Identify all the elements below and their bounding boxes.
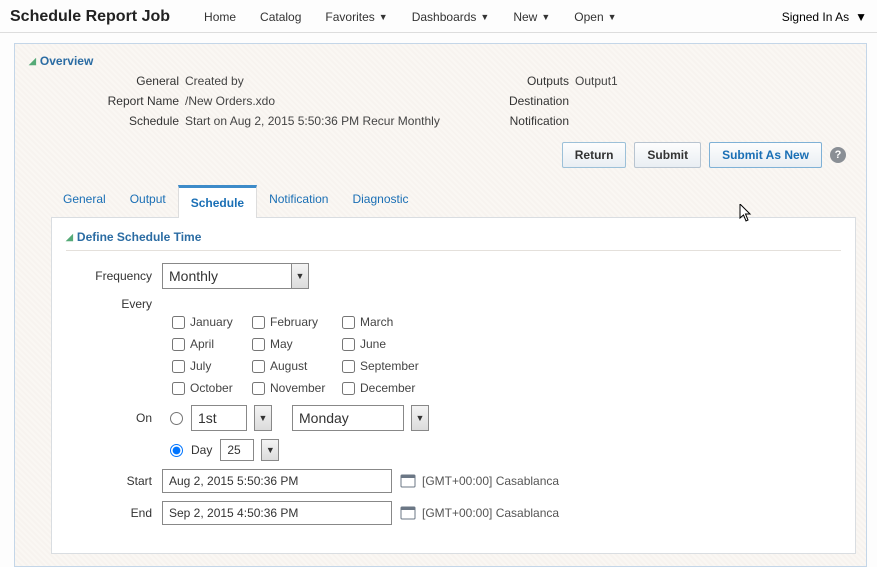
tab-output[interactable]: Output [118,184,178,217]
signed-in-menu[interactable]: Signed In As▼ [782,10,867,24]
overview-label-report-name: Report Name [35,94,185,108]
calendar-icon[interactable] [400,473,416,489]
month-june[interactable]: June [342,337,442,351]
month-december[interactable]: December [342,381,442,395]
nav-catalog[interactable]: Catalog [250,8,311,26]
tab-diagnostic[interactable]: Diagnostic [340,184,420,217]
chevron-down-icon: ▼ [855,10,867,24]
nav-favorites[interactable]: Favorites▼ [315,8,397,26]
month-october[interactable]: October [172,381,252,395]
overview-label-notification: Notification [475,114,575,128]
on-day-radio[interactable] [170,444,183,457]
month-february[interactable]: February [252,315,342,329]
content-frame: ◢Overview General Created by Outputs Out… [14,43,867,567]
ordinal-select[interactable]: 1st [191,405,247,431]
frequency-select[interactable]: Monthly [162,263,292,289]
checkbox[interactable] [252,382,265,395]
nav-home[interactable]: Home [194,8,246,26]
checkbox[interactable] [342,360,355,373]
checkbox[interactable] [342,338,355,351]
section-schedule-time[interactable]: ◢Define Schedule Time [66,228,841,251]
overview-label-general: General [35,74,185,88]
chevron-down-icon: ▼ [416,413,425,423]
submit-button[interactable]: Submit [634,142,701,168]
overview-label-schedule: Schedule [35,114,185,128]
start-timezone: [GMT+00:00] Casablanca [422,474,559,488]
weekday-select-button[interactable]: ▼ [411,405,429,431]
disclosure-icon: ◢ [29,56,36,67]
overview-summary: General Created by Outputs Output1 Repor… [25,74,856,128]
tab-schedule[interactable]: Schedule [178,185,257,218]
checkbox[interactable] [252,338,265,351]
checkbox[interactable] [172,360,185,373]
month-checkbox-group: January February March April May June Ju… [172,315,841,395]
day-label: Day [191,443,212,457]
nav-open[interactable]: Open▼ [564,8,626,26]
schedule-panel: ◢Define Schedule Time Frequency Monthly … [51,217,856,554]
nav-dashboards[interactable]: Dashboards▼ [402,8,500,26]
overview-header[interactable]: ◢Overview [25,52,856,74]
chevron-down-icon: ▼ [541,12,550,22]
overview-value-report-name: /New Orders.xdo [185,94,475,108]
frequency-select-button[interactable]: ▼ [291,263,309,289]
on-ordinal-radio[interactable] [170,412,183,425]
frequency-label: Frequency [66,269,162,283]
overview-label-outputs: Outputs [475,74,575,88]
overview-value-destination [575,94,775,108]
start-input[interactable] [162,469,392,493]
checkbox[interactable] [172,382,185,395]
every-label: Every [66,297,162,311]
tab-bar: General Output Schedule Notification Dia… [25,184,856,217]
month-september[interactable]: September [342,359,442,373]
chevron-down-icon: ▼ [266,445,275,455]
on-label: On [66,411,162,425]
chevron-down-icon: ▼ [296,271,305,281]
calendar-icon[interactable] [400,505,416,521]
help-icon[interactable]: ? [830,147,846,163]
top-nav: Schedule Report Job Home Catalog Favorit… [0,0,877,33]
checkbox[interactable] [252,360,265,373]
overview-value-notification [575,114,775,128]
checkbox[interactable] [172,316,185,329]
month-november[interactable]: November [252,381,342,395]
month-may[interactable]: May [252,337,342,351]
end-input[interactable] [162,501,392,525]
start-label: Start [66,474,162,488]
month-april[interactable]: April [172,337,252,351]
submit-as-new-button[interactable]: Submit As New [709,142,822,168]
ordinal-select-button[interactable]: ▼ [254,405,272,431]
action-buttons: Return Submit Submit As New ? [25,128,856,178]
month-march[interactable]: March [342,315,442,329]
day-select-button[interactable]: ▼ [261,439,279,461]
checkbox[interactable] [342,382,355,395]
tab-notification[interactable]: Notification [257,184,340,217]
weekday-select[interactable]: Monday [292,405,404,431]
nav-new[interactable]: New▼ [503,8,560,26]
tab-general[interactable]: General [51,184,118,217]
checkbox[interactable] [252,316,265,329]
return-button[interactable]: Return [562,142,627,168]
checkbox[interactable] [172,338,185,351]
overview-label-destination: Destination [475,94,575,108]
chevron-down-icon: ▼ [608,12,617,22]
chevron-down-icon: ▼ [259,413,268,423]
chevron-down-icon: ▼ [379,12,388,22]
month-july[interactable]: July [172,359,252,373]
overview-value-general: Created by [185,74,475,88]
month-august[interactable]: August [252,359,342,373]
page-title: Schedule Report Job [10,8,170,26]
chevron-down-icon: ▼ [480,12,489,22]
disclosure-icon: ◢ [66,232,73,243]
month-january[interactable]: January [172,315,252,329]
overview-value-schedule: Start on Aug 2, 2015 5:50:36 PM Recur Mo… [185,114,475,128]
checkbox[interactable] [342,316,355,329]
day-select[interactable]: 25 [220,439,254,461]
overview-value-outputs: Output1 [575,74,775,88]
